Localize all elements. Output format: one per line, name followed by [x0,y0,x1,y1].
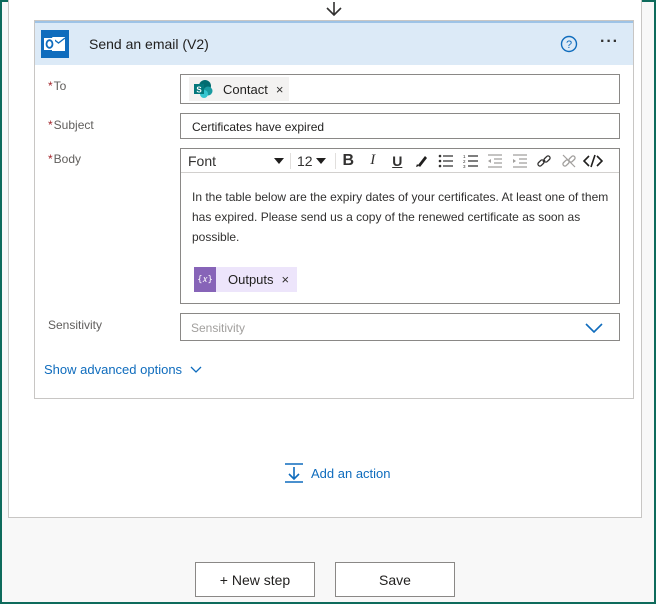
outlook-icon [41,30,69,58]
sensitivity-placeholder: Sensitivity [191,321,246,335]
code-view-button[interactable] [581,150,606,172]
outputs-token-label: Outputs [228,272,274,287]
numbered-list-icon: 123 [463,154,478,168]
to-field[interactable]: S Contact × [180,74,620,104]
to-label: *To [48,79,67,93]
decrease-indent-button[interactable] [483,150,508,172]
font-dropdown[interactable]: Font [181,152,291,169]
expression-icon: {𝑥} [194,267,216,292]
help-icon[interactable]: ? [560,35,578,53]
connector-arrow-icon [326,2,342,17]
more-options-icon[interactable]: ··· [600,34,622,53]
increase-indent-button[interactable] [508,150,533,172]
chevron-down-icon [585,323,603,333]
subject-field[interactable]: Certificates have expired [180,113,620,139]
insert-link-button[interactable] [532,150,557,172]
subject-label: *Subject [48,118,94,132]
subject-value: Certificates have expired [192,120,325,134]
bold-button[interactable]: B [336,150,361,172]
action-title: Send an email (V2) [89,36,209,52]
send-email-action-card: Send an email (V2) ? ··· *To S Contact ×… [34,20,634,399]
add-an-action-link[interactable]: Add an action [284,463,391,483]
to-token-label: Contact [223,81,268,97]
link-icon [537,154,551,167]
add-action-icon [285,463,303,483]
outdent-icon [488,153,503,168]
required-marker: * [48,152,53,166]
required-marker: * [48,79,53,93]
chevron-down-icon [190,366,202,373]
indent-icon [512,153,527,168]
pen-icon [415,155,427,167]
svg-text:3: 3 [463,164,466,168]
svg-text:?: ? [566,39,572,51]
code-icon [583,154,604,167]
font-size-dropdown[interactable]: 12 [291,152,336,169]
to-token[interactable]: S Contact × [189,77,290,101]
sensitivity-dropdown[interactable]: Sensitivity [180,313,620,341]
action-card-header[interactable]: Send an email (V2) ? ··· [35,21,633,65]
chevron-down-icon [274,157,284,164]
sharepoint-icon: S [194,80,213,98]
body-text: In the table below are the expiry dates … [192,190,609,244]
highlight-button[interactable] [410,150,435,172]
svg-text:S: S [196,86,202,95]
body-editor[interactable]: Font 12 B I U 123 In the table below are… [180,148,620,304]
underline-button[interactable]: U [385,150,410,172]
remove-link-button[interactable] [557,150,582,172]
chevron-down-icon [315,157,326,164]
bullet-list-icon [438,154,454,167]
required-marker: * [48,118,53,132]
remove-token-icon[interactable]: × [276,82,284,97]
numbered-list-button[interactable]: 123 [459,150,484,172]
save-button[interactable]: Save [335,562,455,597]
bullet-list-button[interactable] [434,150,459,172]
show-advanced-options-link[interactable]: Show advanced options [44,362,202,377]
italic-button[interactable]: I [361,150,386,172]
new-step-button[interactable]: + New step [195,562,315,597]
remove-token-icon[interactable]: × [282,272,290,287]
sensitivity-label: Sensitivity [48,318,103,332]
unlink-icon [562,154,576,167]
outputs-token[interactable]: {𝑥} Outputs × [194,267,298,292]
rich-text-toolbar: Font 12 B I U 123 [181,149,619,173]
body-label: *Body [48,152,82,166]
flow-canvas: Send an email (V2) ? ··· *To S Contact ×… [8,0,642,518]
